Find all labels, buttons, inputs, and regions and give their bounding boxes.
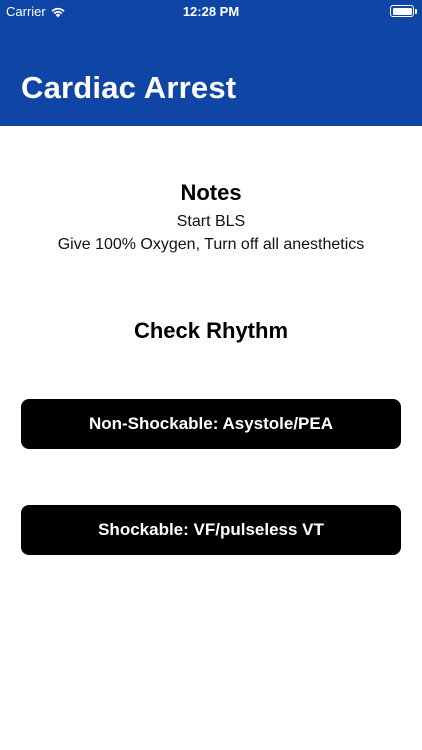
clock: 12:28 PM xyxy=(182,4,240,19)
shockable-button-label: Shockable: VF/pulseless VT xyxy=(98,520,324,539)
notes-heading: Notes xyxy=(180,180,242,205)
page-title: Cardiac Arrest xyxy=(21,70,237,105)
notes-line: Give 100% Oxygen, Turn off all anestheti… xyxy=(57,236,365,253)
notes-line: Start BLS xyxy=(176,213,246,230)
notes-section: Notes Start BLS Give 100% Oxygen, Turn o… xyxy=(0,180,422,255)
non-shockable-button-label: Non-Shockable: Asystole/PEA xyxy=(88,414,334,433)
check-rhythm-heading: Check Rhythm xyxy=(133,318,289,343)
non-shockable-button[interactable]: Non-Shockable: Asystole/PEA xyxy=(21,399,401,449)
battery-icon xyxy=(390,5,417,17)
shockable-button[interactable]: Shockable: VF/pulseless VT xyxy=(21,505,401,555)
status-bar: Carrier 12:28 PM xyxy=(0,0,422,22)
navigation-header: Carrier 12:28 PM Cardiac Arrest xyxy=(0,0,422,126)
